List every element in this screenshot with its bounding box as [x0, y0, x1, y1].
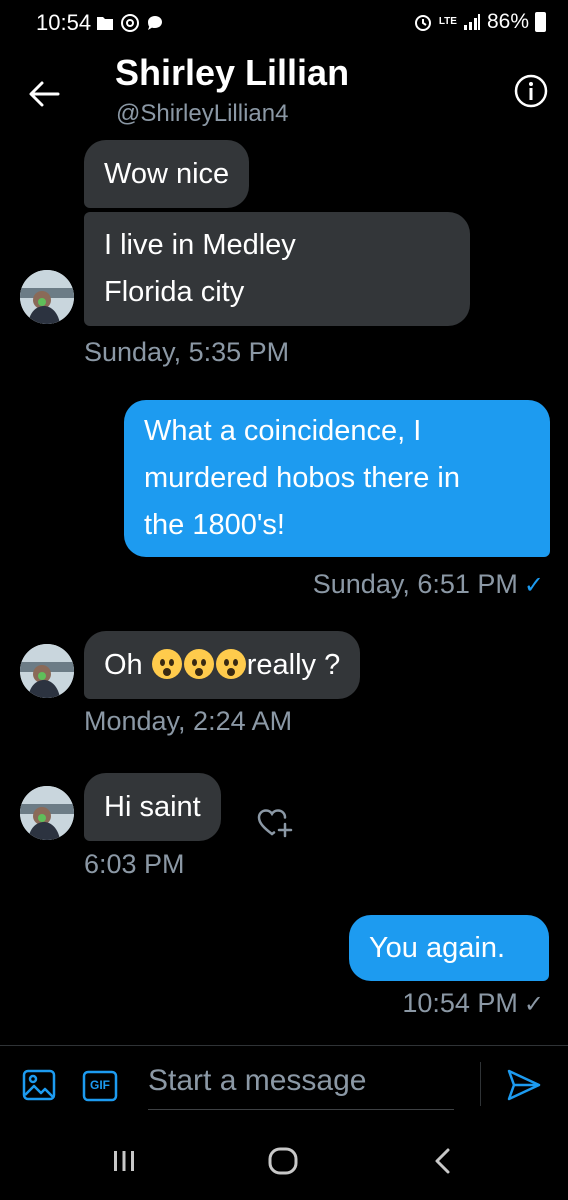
contact-handle[interactable]: @ShirleyLillian4 — [116, 100, 288, 128]
message-text: Florida city — [104, 276, 245, 308]
astonished-face-emoji — [151, 649, 182, 679]
astonished-face-emoji — [183, 649, 214, 679]
network-type: LTE — [438, 16, 457, 27]
message-bubble-incoming[interactable]: Hi saint — [84, 773, 221, 841]
system-nav-bar — [0, 1123, 568, 1200]
status-time: 10:54 — [36, 10, 92, 35]
info-icon[interactable] — [514, 74, 548, 108]
message-text: You again. — [369, 932, 506, 964]
message-text: really ? — [246, 649, 341, 681]
message-input[interactable]: Start a message — [148, 1062, 454, 1110]
home-icon[interactable] — [266, 1143, 300, 1179]
message-timestamp: Sunday, 5:35 PM — [84, 337, 290, 367]
gif-icon[interactable]: GIF — [82, 1070, 118, 1102]
sent-check-icon: ✓ — [523, 991, 544, 1018]
message-text: Oh — [104, 649, 143, 681]
battery-percent: 86% — [486, 10, 529, 33]
astonished-face-emoji — [215, 649, 246, 679]
message-bubble-incoming[interactable]: Oh really ? — [84, 631, 361, 699]
alarm-icon — [414, 15, 431, 31]
message-bubble-outgoing[interactable]: What a coincidence, I murdered hobos the… — [124, 400, 550, 557]
heart-plus-icon[interactable] — [256, 806, 296, 840]
contact-name[interactable]: Shirley Lillian — [115, 52, 349, 94]
message-timestamp: Monday, 2:24 AM — [84, 706, 293, 736]
at-icon — [121, 14, 139, 32]
message-bubble-incoming[interactable]: I live in Medley Florida city — [84, 212, 470, 326]
message-composer: GIF Start a message — [0, 1045, 568, 1123]
avatar[interactable] — [20, 270, 74, 324]
avatar[interactable] — [20, 786, 74, 840]
recent-apps-icon[interactable] — [110, 1143, 138, 1179]
message-text: I live in Medley — [104, 229, 296, 261]
folder-icon — [97, 17, 113, 30]
delivered-check-icon: ✓ — [523, 572, 544, 599]
message-text: Hi saint — [104, 791, 201, 823]
message-timestamp-row: Sunday, 6:51 PM ✓ — [313, 569, 544, 600]
message-text: What a coincidence, I — [144, 415, 422, 447]
message-bubble-incoming[interactable]: Wow nice — [84, 140, 250, 208]
message-timestamp-row: 10:54 PM ✓ — [402, 988, 544, 1019]
message-text: Wow nice — [104, 158, 230, 190]
message-timestamp: 10:54 PM — [402, 988, 518, 1018]
status-bar: 10:54 LTE 86% — [0, 0, 568, 44]
avatar[interactable] — [20, 644, 74, 698]
message-text: murdered hobos there in — [144, 462, 460, 494]
chat-bubble-icon — [148, 16, 162, 30]
image-icon[interactable] — [22, 1068, 56, 1102]
battery-icon — [535, 12, 546, 32]
back-arrow-icon[interactable] — [24, 74, 64, 114]
message-timestamp: Sunday, 6:51 PM — [312, 569, 518, 599]
status-right: LTE 86% — [413, 10, 546, 34]
divider — [480, 1062, 481, 1106]
gif-label: GIF — [90, 1078, 110, 1092]
notification-icons — [96, 13, 164, 33]
conversation-header: Shirley Lillian @ShirleyLillian4 — [0, 44, 568, 136]
back-nav-icon[interactable] — [430, 1143, 456, 1179]
message-text: the 1800's! — [144, 509, 285, 541]
send-icon[interactable] — [506, 1068, 542, 1102]
signal-icon — [463, 14, 480, 30]
message-bubble-outgoing[interactable]: You again. — [349, 915, 549, 981]
message-timestamp: 6:03 PM — [84, 849, 185, 879]
